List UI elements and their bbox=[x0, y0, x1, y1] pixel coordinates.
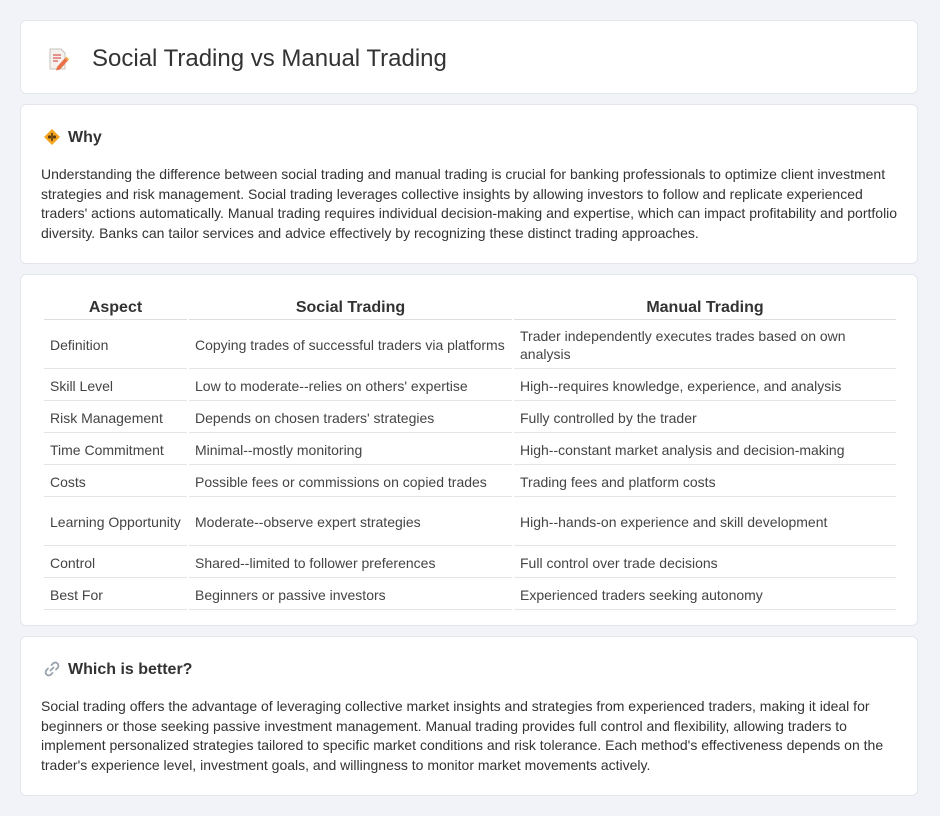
aspect-cell: Learning Opportunity bbox=[44, 499, 187, 546]
which-is-better-title: Which is better? bbox=[68, 661, 193, 678]
social-cell: Shared--limited to follower preferences bbox=[189, 548, 512, 578]
header-card: Social Trading vs Manual Trading bbox=[20, 20, 918, 94]
table-row: Time Commitment Minimal--mostly monitori… bbox=[44, 435, 896, 465]
manual-cell: Trading fees and platform costs bbox=[514, 467, 896, 497]
manual-cell: Fully controlled by the trader bbox=[514, 403, 896, 433]
social-cell: Possible fees or commissions on copied t… bbox=[189, 467, 512, 497]
page-title: Social Trading vs Manual Trading bbox=[92, 45, 447, 72]
table-row: Skill Level Low to moderate--relies on o… bbox=[44, 371, 896, 401]
table-header-row: Aspect Social Trading Manual Trading bbox=[44, 297, 896, 320]
comparison-table: Aspect Social Trading Manual Trading Def… bbox=[42, 295, 898, 612]
aspect-cell: Time Commitment bbox=[44, 435, 187, 465]
table-row: Learning Opportunity Moderate--observe e… bbox=[44, 499, 896, 546]
manual-cell: Trader independently executes trades bas… bbox=[514, 322, 896, 369]
social-cell: Depends on chosen traders' strategies bbox=[189, 403, 512, 433]
why-text: Understanding the difference between soc… bbox=[41, 166, 898, 241]
table-row: Best For Beginners or passive investors … bbox=[44, 580, 896, 610]
manual-cell: Full control over trade decisions bbox=[514, 548, 896, 578]
aspect-cell: Costs bbox=[44, 467, 187, 497]
comparison-table-card: Aspect Social Trading Manual Trading Def… bbox=[20, 274, 918, 626]
manual-cell: High--hands-on experience and skill deve… bbox=[514, 499, 896, 546]
manual-cell: High--constant market analysis and decis… bbox=[514, 435, 896, 465]
link-icon bbox=[44, 661, 60, 677]
which-is-better-section: Which is better? Social trading offers t… bbox=[20, 636, 918, 796]
social-cell: Minimal--mostly monitoring bbox=[189, 435, 512, 465]
table-row: Costs Possible fees or commissions on co… bbox=[44, 467, 896, 497]
table-row: Risk Management Depends on chosen trader… bbox=[44, 403, 896, 433]
document-pencil-icon bbox=[49, 48, 69, 71]
social-cell: Low to moderate--relies on others' exper… bbox=[189, 371, 512, 401]
why-section: Why Understanding the difference between… bbox=[20, 104, 918, 264]
aspect-cell: Skill Level bbox=[44, 371, 187, 401]
why-title: Why bbox=[68, 129, 102, 146]
header-social-trading: Social Trading bbox=[189, 297, 512, 320]
diamond-warning-icon bbox=[44, 129, 60, 145]
table-row: Control Shared--limited to follower pref… bbox=[44, 548, 896, 578]
manual-cell: Experienced traders seeking autonomy bbox=[514, 580, 896, 610]
table-row: Definition Copying trades of successful … bbox=[44, 322, 896, 369]
aspect-cell: Control bbox=[44, 548, 187, 578]
social-cell: Copying trades of successful traders via… bbox=[189, 322, 512, 369]
aspect-cell: Definition bbox=[44, 322, 187, 369]
aspect-cell: Risk Management bbox=[44, 403, 187, 433]
social-cell: Moderate--observe expert strategies bbox=[189, 499, 512, 546]
header-manual-trading: Manual Trading bbox=[514, 297, 896, 320]
header-aspect: Aspect bbox=[44, 297, 187, 320]
aspect-cell: Best For bbox=[44, 580, 187, 610]
manual-cell: High--requires knowledge, experience, an… bbox=[514, 371, 896, 401]
which-is-better-text: Social trading offers the advantage of l… bbox=[41, 698, 884, 773]
social-cell: Beginners or passive investors bbox=[189, 580, 512, 610]
